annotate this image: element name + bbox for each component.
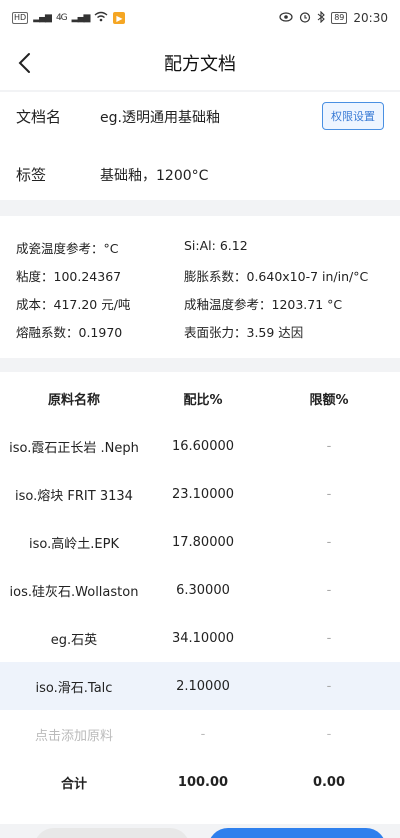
material-name: iso.霞石正长岩 .Neph <box>9 440 139 456</box>
table-row[interactable]: eg.石英 34.10000 - <box>0 614 400 662</box>
wifi-icon <box>94 11 108 25</box>
material-name: iso.滑石.Talc <box>35 680 113 696</box>
table-row-selected[interactable]: iso.滑石.Talc 2.10000 - <box>0 662 400 710</box>
total-row: 合计 100.00 0.00 <box>0 758 400 806</box>
document-info-card: 文档名 eg.透明通用基础釉 权限设置 标签 基础釉，1200°C <box>0 92 400 200</box>
doc-name-row: 文档名 eg.透明通用基础釉 <box>16 106 220 127</box>
tag-value[interactable]: 基础釉，1200°C <box>100 165 208 185</box>
tag-label: 标签 <box>16 166 47 184</box>
firing-temp-param: 成瓷温度参考：°C <box>16 241 119 256</box>
material-name: iso.熔块 FRIT 3134 <box>15 488 133 504</box>
add-ratio-placeholder: - <box>200 726 206 742</box>
header-material: 原料名称 <box>47 392 100 408</box>
melt-param: 熔融系数：0.1970 <box>16 325 123 340</box>
material-ratio: 2.10000 <box>176 678 230 694</box>
clock: 20:30 <box>353 11 388 25</box>
material-ratio: 6.30000 <box>176 582 230 598</box>
cost-param: 成本：417.20 元/吨 <box>16 297 131 312</box>
signal-icon-2: ▂▄▆ <box>71 13 91 23</box>
add-material-placeholder[interactable]: 点击添加原料 <box>0 725 148 744</box>
table-row[interactable]: ios.硅灰石.Wollaston 6.30000 - <box>0 566 400 614</box>
material-limit: - <box>326 486 332 502</box>
material-limit: - <box>326 630 332 646</box>
total-limit: 0.00 <box>312 774 346 790</box>
app-notification-icon: ▶ <box>113 12 126 24</box>
back-arrow-icon[interactable] <box>14 49 38 77</box>
signal-icon: ▂▄▆ <box>33 13 52 23</box>
expansion-param: 膨胀系数：0.640x10-7 in/in/°C <box>184 269 369 284</box>
status-bar: HD ▂▄▆ 4G ▂▄▆ ▶ 89 20:30 <box>0 0 400 36</box>
eye-icon <box>279 11 293 25</box>
surface-tension-param: 表面张力：3.59 达因 <box>184 325 304 340</box>
app-header: 配方文档 <box>0 36 400 90</box>
tag-row: 标签 基础釉，1200°C <box>16 164 208 185</box>
material-ratio: 17.80000 <box>171 534 235 550</box>
page-title: 配方文档 <box>164 54 236 75</box>
secondary-action-button[interactable] <box>34 828 190 838</box>
primary-action-button[interactable] <box>208 828 386 838</box>
material-limit: - <box>326 678 332 694</box>
viscosity-param: 粘度：100.24367 <box>16 269 122 284</box>
table-header-row: 原料名称 配比% 限额% <box>0 374 400 422</box>
battery-icon: 89 <box>331 12 348 24</box>
header-ratio: 配比% <box>183 392 223 408</box>
material-name: eg.石英 <box>50 632 98 648</box>
bluetooth-icon <box>317 10 326 26</box>
table-row[interactable]: iso.霞石正长岩 .Neph 16.60000 - <box>0 422 400 470</box>
network-label: 4G <box>55 13 68 23</box>
alarm-icon <box>299 11 311 26</box>
doc-name-value[interactable]: eg.透明通用基础釉 <box>100 107 220 127</box>
si-al-param: Si:Al: 6.12 <box>184 238 248 253</box>
add-limit-placeholder: - <box>326 726 332 742</box>
material-ratio: 16.60000 <box>171 438 235 454</box>
material-name: ios.硅灰石.Wollaston <box>9 584 139 600</box>
hd-badge: HD <box>12 12 29 24</box>
material-limit: - <box>326 534 332 550</box>
glaze-temp-param: 成釉温度参考：1203.71 °C <box>184 297 343 312</box>
material-limit: - <box>326 582 332 598</box>
table-row[interactable]: iso.熔块 FRIT 3134 23.10000 - <box>0 470 400 518</box>
add-material-row[interactable]: 点击添加原料 - - <box>0 710 400 758</box>
materials-table: 原料名称 配比% 限额% iso.霞石正长岩 .Neph 16.60000 - … <box>0 372 400 824</box>
permission-settings-button[interactable]: 权限设置 <box>322 102 384 130</box>
doc-name-label: 文档名 <box>16 108 62 126</box>
total-label: 合计 <box>60 776 87 792</box>
material-limit: - <box>326 438 332 454</box>
material-ratio: 23.10000 <box>171 486 235 502</box>
material-ratio: 34.10000 <box>171 630 235 646</box>
glaze-params-card: 成瓷温度参考：°C Si:Al: 6.12 粘度：100.24367 膨胀系数：… <box>0 216 400 358</box>
header-limit: 限额% <box>309 392 349 408</box>
table-row[interactable]: iso.高岭土.EPK 17.80000 - <box>0 518 400 566</box>
material-name: iso.高岭土.EPK <box>29 536 119 552</box>
total-ratio: 100.00 <box>177 774 229 790</box>
